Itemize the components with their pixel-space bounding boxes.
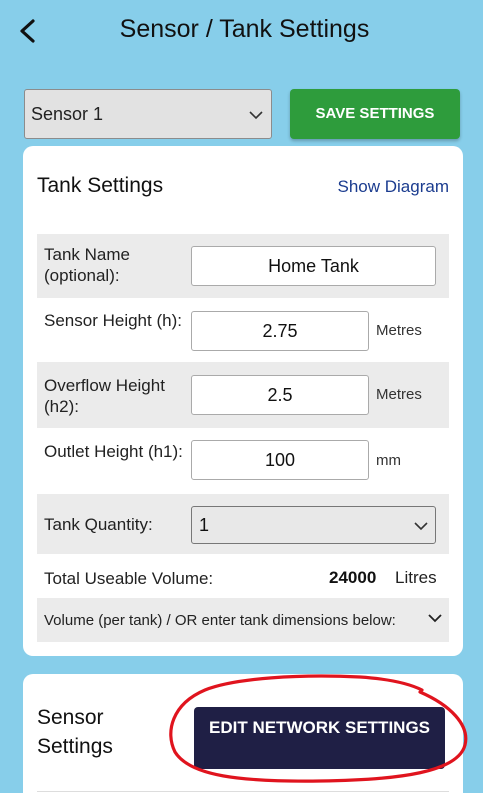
overflow-height-input[interactable]: 2.5 [191, 375, 369, 415]
tank-name-label: Tank Name (optional): [44, 245, 130, 285]
show-diagram-link[interactable]: Show Diagram [338, 177, 450, 197]
tank-settings-title: Tank Settings [37, 174, 164, 197]
tank-quantity-select[interactable]: 1 [191, 506, 436, 544]
save-settings-button[interactable]: SAVE SETTINGS [290, 89, 460, 139]
tank-quantity-value: 1 [199, 515, 210, 535]
sensor-settings-title: Sensor Settings [37, 706, 113, 758]
chevron-down-icon [414, 522, 428, 531]
page-title: Sensor / Tank Settings [119, 15, 370, 43]
sensor-settings-card: Sensor Settings EDIT NETWORK SETTINGS [23, 674, 463, 793]
overflow-height-row: Overflow Height (h2): 2.5 Metres [37, 362, 449, 428]
sensor-select[interactable]: Sensor 1 [24, 89, 272, 139]
total-volume-label: Total Useable Volume: [44, 569, 214, 588]
tank-name-input[interactable]: Home Tank [191, 246, 436, 286]
sensor-select-value: Sensor 1 [31, 104, 104, 124]
sensor-height-row: Sensor Height (h): 2.75 Metres [37, 298, 449, 362]
chevron-down-icon [428, 614, 442, 623]
outlet-height-input[interactable]: 100 [191, 440, 369, 480]
sensor-height-unit: Metres [376, 322, 422, 339]
overflow-height-label: Overflow Height (h2): [44, 376, 165, 416]
outlet-height-row: Outlet Height (h1): 100 mm [37, 428, 449, 494]
outlet-height-label: Outlet Height (h1): [44, 442, 183, 461]
tank-quantity-label: Tank Quantity: [44, 515, 153, 534]
overflow-height-unit: Metres [376, 386, 422, 403]
total-volume-unit: Litres [395, 568, 437, 587]
tank-name-row: Tank Name (optional): Home Tank [37, 234, 449, 298]
sensor-height-label: Sensor Height (h): [44, 311, 182, 330]
sensor-height-input[interactable]: 2.75 [191, 311, 369, 351]
dimensions-toggle[interactable]: Volume (per tank) / OR enter tank dimens… [37, 598, 449, 642]
edit-network-settings-button[interactable]: EDIT NETWORK SETTINGS [194, 707, 445, 769]
tank-settings-card: Tank Settings Show Diagram Tank Name (op… [23, 146, 463, 656]
tank-quantity-row: Tank Quantity: 1 [37, 494, 449, 554]
dimensions-toggle-label: Volume (per tank) / OR enter tank dimens… [44, 612, 396, 629]
header: Sensor / Tank Settings [0, 0, 483, 64]
chevron-down-icon [249, 111, 263, 120]
outlet-height-unit: mm [376, 452, 401, 469]
divider [37, 791, 449, 792]
total-volume-value: 24000 [329, 568, 377, 587]
total-volume-row: Total Useable Volume: 24000 Litres [37, 554, 449, 598]
